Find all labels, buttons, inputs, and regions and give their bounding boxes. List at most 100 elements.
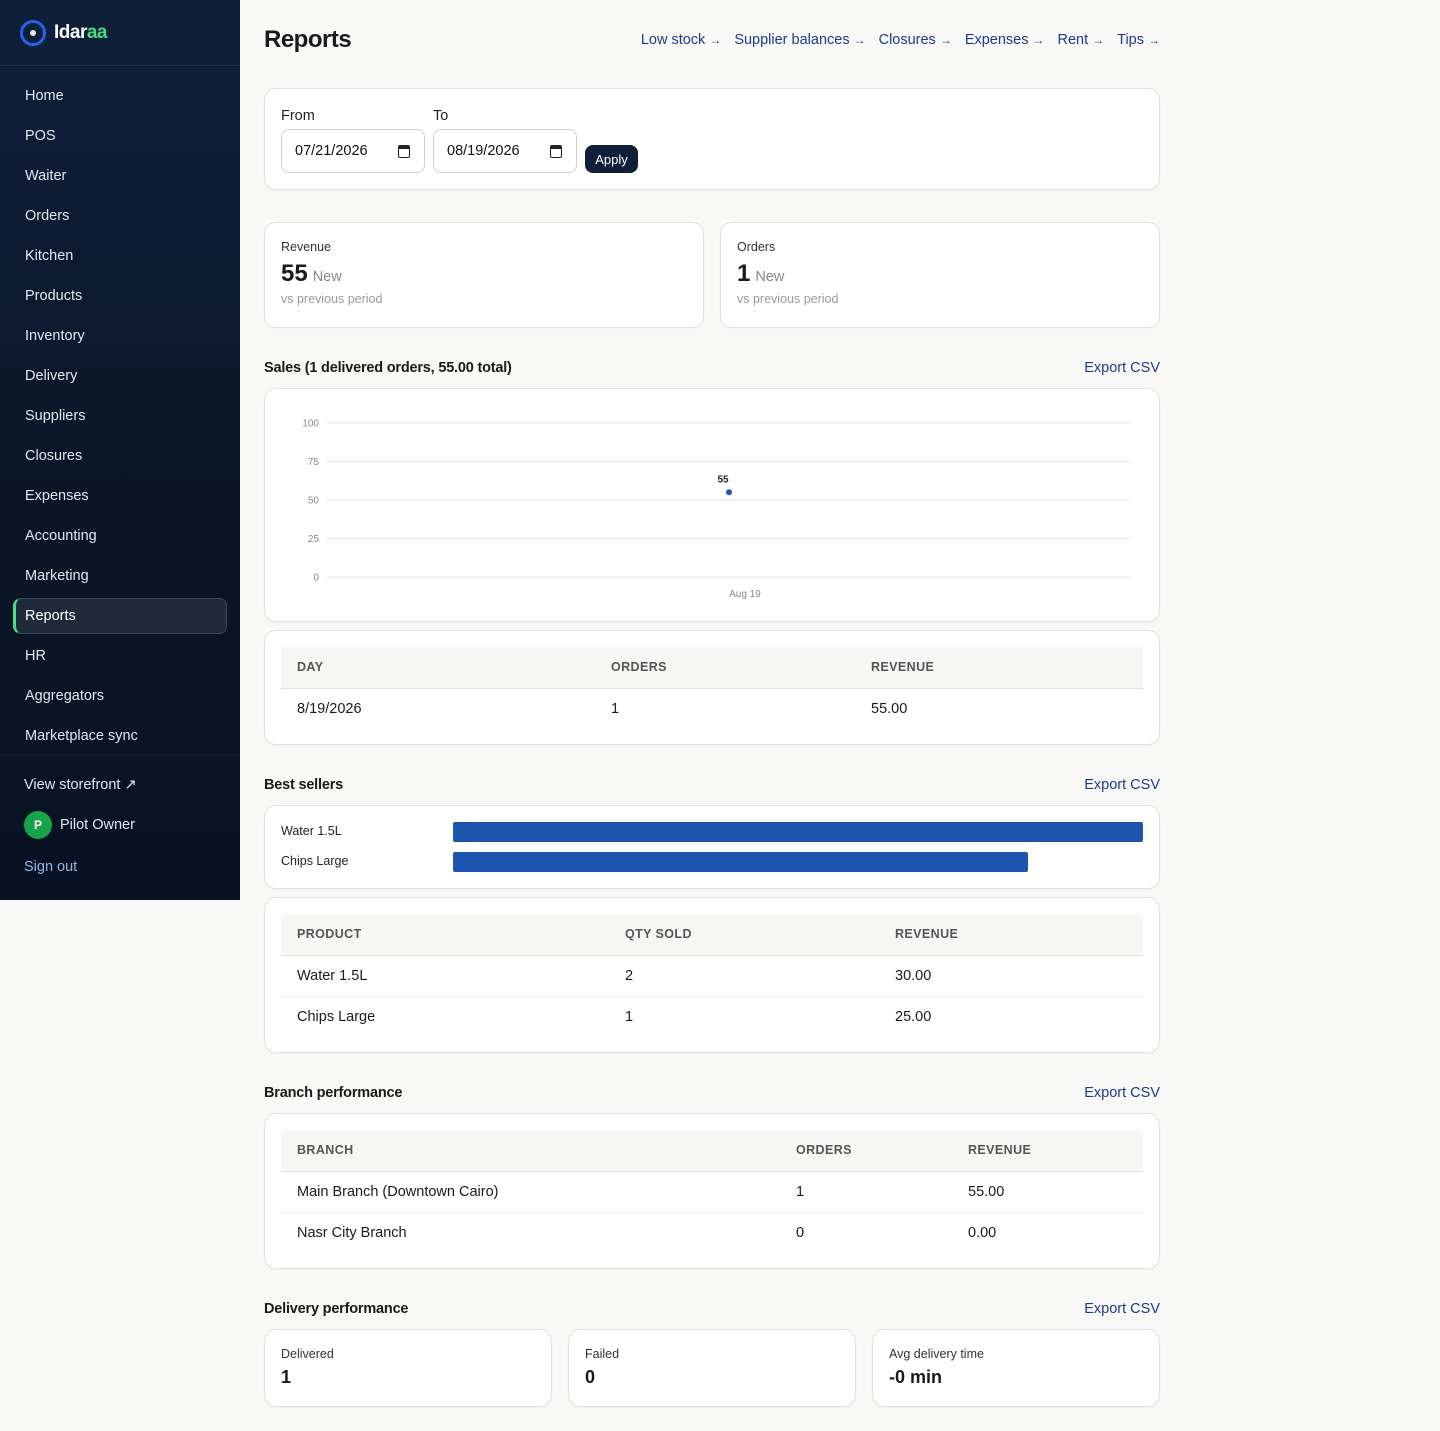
from-date-input[interactable]: 07/21/2026 (281, 129, 425, 173)
revenue-stat-card: Revenue 55 New vs previous period (264, 222, 704, 328)
orders-stat-card: Orders 1 New vs previous period (720, 222, 1160, 328)
table-header-row: DAY ORDERS REVENUE (281, 647, 1143, 689)
table-cell: 1 (611, 700, 620, 717)
column-header: ORDERS (780, 1130, 952, 1172)
column-header: REVENUE (952, 1130, 1143, 1172)
delivery-title: Delivery performance (264, 1301, 409, 1317)
link-supplier-balances[interactable]: Supplier balances → (734, 32, 865, 48)
link-low-stock[interactable]: Low stock → (641, 32, 721, 48)
sidebar-item-inventory[interactable]: Inventory (13, 318, 227, 354)
sidebar-item-home[interactable]: Home (13, 78, 227, 114)
stat-label: Delivered (281, 1347, 334, 1361)
page-header: Reports Low stock → Supplier balances → Cl… (264, 0, 1160, 80)
avatar: P (24, 811, 52, 839)
sidebar-item-pos[interactable]: POS (13, 118, 227, 154)
delivered-stat-card: Delivered 1 (264, 1329, 552, 1407)
stat-value: -0 min (889, 1367, 943, 1387)
sidebar-item-accounting[interactable]: Accounting (13, 518, 227, 554)
table-cell: 1 (625, 1008, 634, 1025)
sidebar-item-kitchen[interactable]: Kitchen (13, 238, 227, 274)
table-cell: 55.00 (871, 700, 908, 717)
bar (453, 822, 1143, 842)
export-csv-link[interactable]: Export CSV (1084, 360, 1160, 376)
link-tips[interactable]: Tips → (1117, 32, 1160, 48)
to-date-input[interactable]: 08/19/2026 (433, 129, 577, 173)
sidebar-item-expenses[interactable]: Expenses (13, 478, 227, 514)
column-header: BRANCH (281, 1130, 780, 1172)
table-cell: 55.00 (952, 1171, 1143, 1213)
table-row: 8/19/2026 1 55.00 (281, 688, 1143, 729)
bar-row: Chips Large (281, 852, 1143, 872)
sidebar-item-aggregators[interactable]: Aggregators (13, 678, 227, 714)
sidebar-item-reports[interactable]: Reports (13, 598, 227, 634)
link-rent[interactable]: Rent → (1058, 32, 1105, 48)
table-cell: Nasr City Branch (297, 1224, 407, 1241)
sales-table-card: DAY ORDERS REVENUE 8/19/2026 1 55.00 (264, 630, 1160, 745)
logo-icon (20, 19, 46, 46)
sidebar-nav: Home POS Waiter Orders Kitchen Products … (0, 66, 240, 754)
sales-chart: 0 25 50 75 100 Aug 19 55 (302, 419, 1131, 600)
stat-label: Orders (737, 240, 776, 254)
sidebar-item-marketplace-sync[interactable]: Marketplace sync (13, 718, 227, 754)
stat-value: 0 (585, 1367, 596, 1387)
sidebar-item-delivery[interactable]: Delivery (13, 358, 227, 394)
data-point (726, 489, 732, 496)
y-tick-label: 25 (308, 534, 320, 545)
table-cell: 0 (796, 1224, 805, 1241)
calendar-icon[interactable] (550, 145, 562, 158)
branch-section-header: Branch performance Export CSV (264, 1085, 1160, 1101)
y-tick-label: 100 (302, 419, 319, 430)
sidebar-item-hr[interactable]: HR (13, 638, 227, 674)
y-tick-label: 75 (308, 457, 320, 468)
user-name: Pilot Owner (60, 817, 135, 833)
best-sellers-table: PRODUCT QTY SOLD REVENUE Water 1.5L 2 30… (281, 914, 1143, 1037)
calendar-icon[interactable] (398, 145, 410, 158)
sidebar-item-products[interactable]: Products (13, 278, 227, 314)
to-label: To (433, 108, 449, 124)
sidebar-item-suppliers[interactable]: Suppliers (13, 398, 227, 434)
view-storefront-link[interactable]: View storefront ↗ (24, 777, 240, 793)
sales-chart-card: 0 25 50 75 100 Aug 19 55 (264, 388, 1160, 622)
quick-links: Low stock → Supplier balances → Closures → … (641, 32, 1160, 48)
sidebar-footer: View storefront ↗ P Pilot Owner Sign out (0, 755, 240, 875)
table-header-row: BRANCH ORDERS REVENUE (281, 1130, 1143, 1172)
bar (453, 852, 1028, 872)
link-closures[interactable]: Closures → (879, 32, 952, 48)
link-expenses[interactable]: Expenses → (965, 32, 1045, 48)
stat-label: Avg delivery time (889, 1347, 984, 1361)
best-sellers-table-card: PRODUCT QTY SOLD REVENUE Water 1.5L 2 30… (264, 897, 1160, 1053)
sidebar-item-orders[interactable]: Orders (13, 198, 227, 234)
export-csv-link[interactable]: Export CSV (1084, 1301, 1160, 1317)
stat-value: 1 New (737, 260, 785, 287)
stat-value: 1 (281, 1367, 292, 1387)
table-cell: 30.00 (879, 955, 1143, 997)
sign-out-link[interactable]: Sign out (24, 859, 240, 875)
user-profile[interactable]: P Pilot Owner (24, 811, 240, 839)
apply-button[interactable]: Apply (585, 145, 638, 173)
best-sellers-title: Best sellers (264, 777, 344, 793)
y-tick-label: 50 (308, 496, 320, 507)
sidebar-item-waiter[interactable]: Waiter (13, 158, 227, 194)
stat-delta: New (312, 269, 342, 285)
date-filter-card: From 07/21/2026 To 08/19/2026 Apply (264, 88, 1160, 190)
stat-label: Failed (585, 1347, 620, 1361)
main-content: Reports Low stock → Supplier balances → Cl… (264, 0, 1160, 1407)
export-csv-link[interactable]: Export CSV (1084, 777, 1160, 793)
y-tick-label: 0 (313, 573, 319, 584)
table-row: Main Branch (Downtown Cairo) 1 55.00 (281, 1171, 1143, 1213)
sidebar-item-closures[interactable]: Closures (13, 438, 227, 474)
column-header: QTY SOLD (609, 914, 879, 956)
branch-table: BRANCH ORDERS REVENUE Main Branch (Downt… (281, 1130, 1143, 1253)
sidebar: Idaraa Home POS Waiter Orders Kitchen Pr… (0, 0, 240, 900)
stat-label: Revenue (281, 240, 332, 254)
sidebar-item-marketing[interactable]: Marketing (13, 558, 227, 594)
export-csv-link[interactable]: Export CSV (1084, 1085, 1160, 1101)
column-header: ORDERS (595, 647, 855, 689)
brand[interactable]: Idaraa (0, 0, 240, 66)
stat-sub: vs previous period (281, 292, 383, 306)
bar-row: Water 1.5L (281, 822, 1143, 842)
column-header: REVENUE (855, 647, 1143, 689)
brand-name: Idaraa (54, 21, 108, 43)
stat-sub: vs previous period (737, 292, 839, 306)
best-sellers-section-header: Best sellers Export CSV (264, 777, 1160, 793)
